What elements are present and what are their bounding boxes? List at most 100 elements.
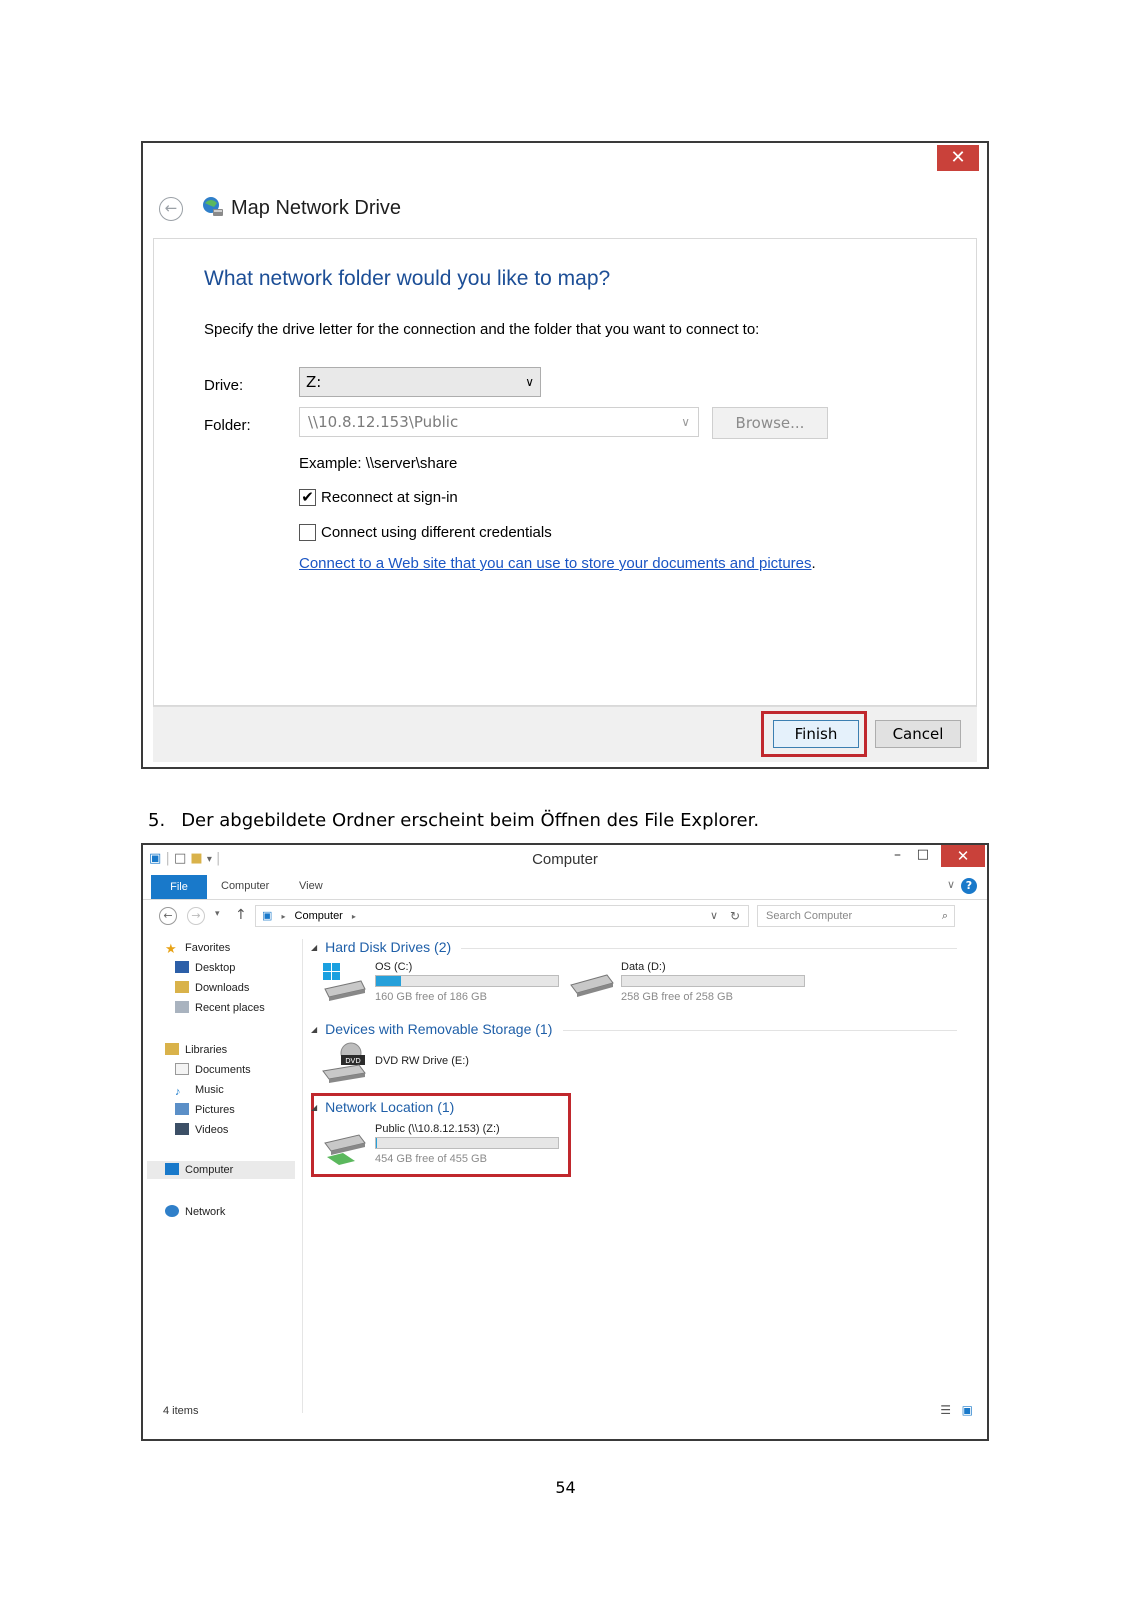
sidebar-item-label: Downloads <box>195 982 250 994</box>
reconnect-checkbox[interactable]: ✔ <box>299 489 316 506</box>
cancel-button[interactable]: Cancel <box>875 720 961 748</box>
videos-icon <box>175 1123 189 1135</box>
breadcrumb-computer[interactable]: Computer <box>295 910 343 922</box>
dialog-description: Specify the drive letter for the connect… <box>204 321 760 338</box>
tab-file[interactable]: File <box>151 875 207 899</box>
sidebar-item-computer[interactable]: Computer <box>147 1161 295 1179</box>
star-icon: ★ <box>165 941 177 956</box>
sidebar-item-pictures[interactable]: Pictures <box>175 1101 235 1119</box>
windows-hard-drive-icon <box>323 963 366 1001</box>
svg-text:DVD: DVD <box>345 1057 360 1065</box>
sidebar-item-documents[interactable]: Documents <box>175 1061 251 1079</box>
drive-tile-dvd[interactable]: DVD DVD RW Drive (E:) <box>321 1041 521 1085</box>
finish-button[interactable]: Finish <box>773 720 859 748</box>
drive-capacity-bar <box>375 975 559 987</box>
explorer-title: Computer <box>532 851 598 868</box>
sidebar-item-videos[interactable]: Videos <box>175 1121 228 1139</box>
address-bar[interactable]: ▣ ▸ Computer ▸ ∨ <box>255 905 749 927</box>
search-icon[interactable]: ⌕ <box>942 906 948 926</box>
drive-capacity-fill <box>376 976 402 986</box>
dialog-title: Map Network Drive <box>231 197 402 219</box>
tab-view[interactable]: View <box>299 880 323 892</box>
sidebar-item-desktop[interactable]: Desktop <box>175 959 235 977</box>
address-dropdown-icon[interactable]: ∨ <box>710 906 718 926</box>
folder-label: Folder: <box>204 417 251 434</box>
sidebar-item-label: Network <box>185 1206 226 1218</box>
music-icon: ♪ <box>175 1086 181 1098</box>
group-header-hard-disks[interactable]: ◢ Hard Disk Drives (2) <box>311 939 451 955</box>
drive-label: Drive: <box>204 377 244 394</box>
group-header-network-location[interactable]: ◢ Network Location (1) <box>311 1099 454 1115</box>
collapse-triangle-icon[interactable]: ◢ <box>311 1103 317 1112</box>
sidebar-item-label: Libraries <box>185 1044 228 1056</box>
step-number: 5. <box>148 810 166 831</box>
network-drive-icon <box>203 197 223 216</box>
sidebar-item-label: Documents <box>195 1064 251 1076</box>
forward-icon[interactable]: → <box>187 907 205 925</box>
chevron-down-icon[interactable]: ∨ <box>681 408 690 436</box>
drive-tile-data[interactable]: Data (D:) 258 GB free of 258 GB <box>569 961 819 1007</box>
drive-tile-public[interactable]: Public (\\10.8.12.153) (Z:) 454 GB free … <box>321 1123 561 1169</box>
refresh-icon[interactable]: ↻ <box>725 906 745 926</box>
libraries-icon <box>165 1043 179 1055</box>
desktop-icon <box>175 961 189 973</box>
drive-name: DVD RW Drive (E:) <box>375 1055 469 1067</box>
dialog-content: What network folder would you like to ma… <box>153 238 977 706</box>
folder-value: \\10.8.12.153\Public <box>308 413 459 431</box>
back-arrow-icon[interactable]: ← <box>159 197 183 221</box>
web-site-link[interactable]: Connect to a Web site that you can use t… <box>299 555 812 572</box>
dvd-drive-icon: DVD <box>322 1042 366 1083</box>
drive-capacity-bar <box>375 1137 559 1149</box>
different-credentials-label[interactable]: Connect using different credentials <box>321 524 552 541</box>
reconnect-label[interactable]: Reconnect at sign-in <box>321 489 458 506</box>
hard-drive-icon <box>570 974 614 997</box>
drive-free-space: 160 GB free of 186 GB <box>375 991 487 1003</box>
sidebar-item-network[interactable]: Network <box>165 1203 225 1221</box>
breadcrumb-separator-icon[interactable]: ▸ <box>281 912 285 921</box>
expand-ribbon-icon[interactable]: ∨ <box>947 878 955 891</box>
group-header-label: Devices with Removable Storage (1) <box>325 1021 553 1037</box>
up-arrow-icon[interactable]: ↑ <box>235 907 247 923</box>
group-header-label: Network Location (1) <box>325 1099 455 1115</box>
different-credentials-checkbox[interactable] <box>299 524 316 541</box>
large-icons-view-icon[interactable]: ▣ <box>962 1403 973 1417</box>
minimize-icon[interactable]: – <box>894 847 901 863</box>
checkmark-icon: ✔ <box>301 488 314 506</box>
drive-name: OS (C:) <box>375 961 413 973</box>
details-view-icon[interactable]: ☰ <box>940 1403 951 1417</box>
group-header-label: Hard Disk Drives (2) <box>325 939 452 955</box>
sidebar-item-libraries[interactable]: Libraries <box>165 1041 227 1059</box>
search-input[interactable]: Search Computer ⌕ <box>757 905 955 927</box>
back-icon[interactable]: ← <box>159 907 177 925</box>
sidebar-item-recent-places[interactable]: Recent places <box>175 999 265 1017</box>
maximize-icon[interactable]: □ <box>917 847 929 862</box>
close-icon[interactable]: ✕ <box>937 145 979 171</box>
sidebar-item-label: Favorites <box>185 942 231 954</box>
collapse-triangle-icon[interactable]: ◢ <box>311 1025 317 1034</box>
dialog-heading: What network folder would you like to ma… <box>204 267 611 290</box>
sidebar-item-downloads[interactable]: Downloads <box>175 979 249 997</box>
group-header-removable[interactable]: ◢ Devices with Removable Storage (1) <box>311 1021 552 1037</box>
sidebar-item-label: Videos <box>195 1124 229 1136</box>
collapse-triangle-icon[interactable]: ◢ <box>311 943 317 952</box>
sidebar-item-music[interactable]: ♪ Music <box>175 1081 224 1099</box>
breadcrumb-separator-icon[interactable]: ▸ <box>352 912 356 921</box>
sidebar-item-favorites[interactable]: ★ Favorites <box>165 939 230 957</box>
group-divider <box>461 948 957 949</box>
link-period: . <box>811 555 816 572</box>
file-explorer-window: ▣ | □ ■ ▾ | Computer – □ ✕ File Computer… <box>141 843 989 1441</box>
sidebar-item-label: Recent places <box>195 1002 265 1014</box>
folder-input[interactable]: \\10.8.12.153\Public ∨ <box>299 407 699 437</box>
status-bar-item-count: 4 items <box>163 1405 199 1417</box>
tab-computer[interactable]: Computer <box>221 880 269 892</box>
drive-letter-select[interactable]: Z: ∨ <box>299 367 541 397</box>
sidebar-item-label: Pictures <box>195 1104 235 1116</box>
help-icon[interactable]: ? <box>961 878 977 894</box>
computer-icon: ▣ <box>262 910 273 922</box>
computer-icon <box>165 1163 179 1175</box>
browse-button[interactable]: Browse... <box>712 407 828 439</box>
network-drive-icon <box>324 1134 366 1165</box>
drive-tile-os[interactable]: OS (C:) 160 GB free of 186 GB <box>321 961 561 1007</box>
recent-locations-icon[interactable]: ▾ <box>215 909 220 919</box>
close-icon[interactable]: ✕ <box>941 845 985 867</box>
